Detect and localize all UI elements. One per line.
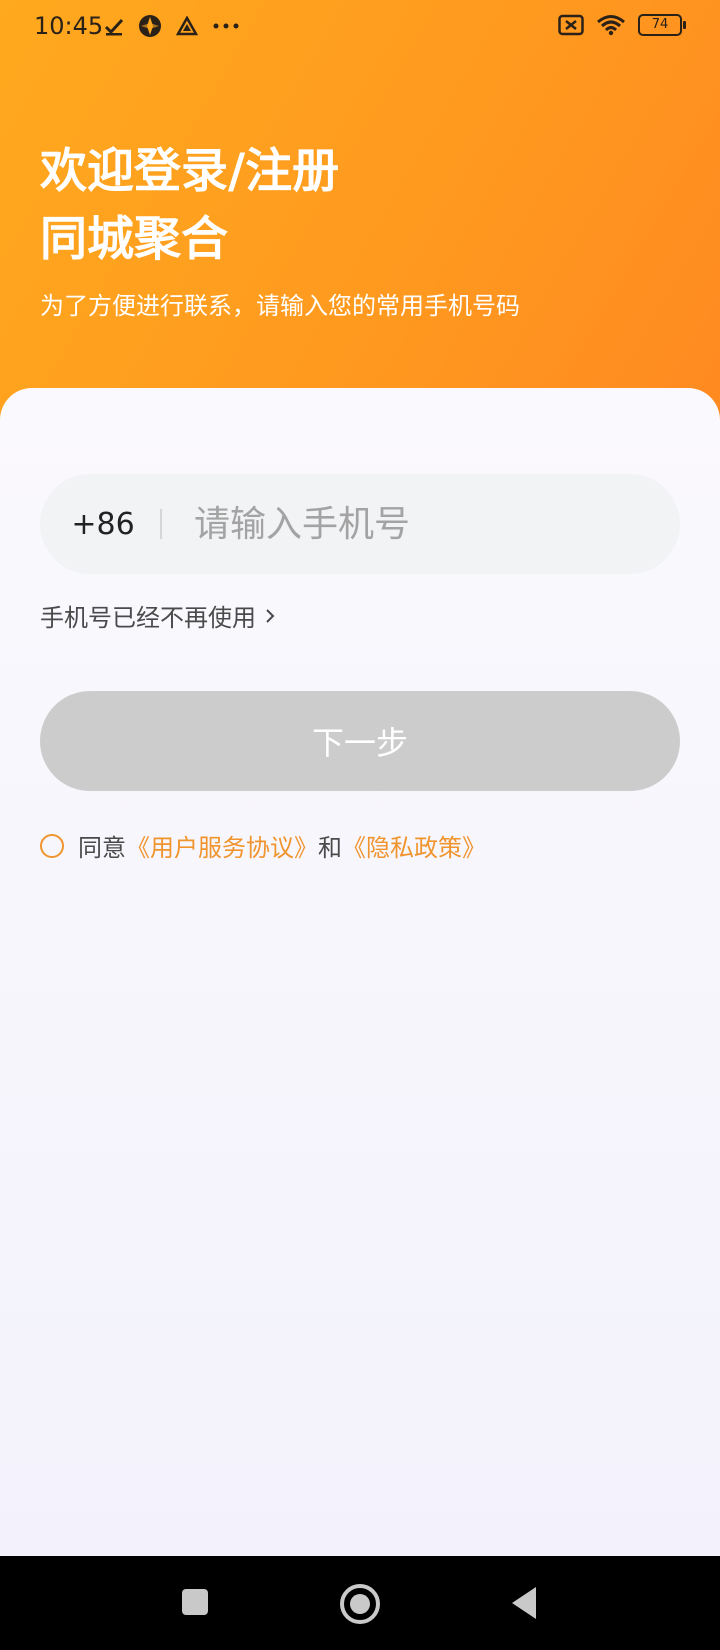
phone-no-longer-used-label: 手机号已经不再使用 bbox=[40, 604, 256, 632]
agreement-row: 同意 《用户服务协议》 和 《隐私政策》 bbox=[40, 828, 486, 863]
next-step-button[interactable]: 下一步 bbox=[40, 691, 680, 791]
title-line-2: 同城聚合 bbox=[40, 212, 228, 267]
phone-input-row: +86 bbox=[40, 474, 680, 574]
page-subtitle: 为了方便进行联系，请输入您的常用手机号码 bbox=[40, 292, 520, 320]
download-done-icon bbox=[104, 18, 124, 36]
chevron-right-icon bbox=[266, 608, 275, 623]
sim-off-icon bbox=[558, 14, 584, 36]
divider bbox=[160, 509, 162, 539]
header-banner: 10:45 74 欢迎登录/注册 同城聚合 为了方便进行联系，请输入您的常用手机… bbox=[0, 0, 720, 420]
privacy-policy-link[interactable]: 《隐私政策》 bbox=[342, 828, 486, 863]
triangle-app-icon bbox=[176, 16, 198, 36]
agree-checkbox[interactable] bbox=[40, 833, 64, 858]
title-line-1: 欢迎登录/注册 bbox=[40, 144, 340, 199]
status-bar: 10:45 74 bbox=[0, 0, 720, 54]
more-dots-icon bbox=[213, 23, 239, 29]
country-code-selector[interactable]: +86 bbox=[46, 507, 160, 542]
agree-and: 和 bbox=[318, 834, 342, 862]
recents-button[interactable] bbox=[182, 1589, 208, 1615]
wifi-icon bbox=[597, 15, 625, 36]
app-icon bbox=[139, 15, 161, 37]
phone-no-longer-used-link[interactable]: 手机号已经不再使用 bbox=[40, 598, 276, 633]
status-time: 10:45 bbox=[34, 12, 104, 40]
home-button[interactable] bbox=[340, 1584, 380, 1624]
agree-prefix: 同意 bbox=[78, 834, 126, 862]
user-agreement-link[interactable]: 《用户服务协议》 bbox=[126, 828, 318, 863]
battery-icon: 74 bbox=[638, 14, 686, 36]
back-button[interactable] bbox=[510, 1586, 538, 1620]
page-title: 欢迎登录/注册 同城聚合 bbox=[40, 138, 339, 274]
phone-input[interactable] bbox=[192, 502, 636, 546]
